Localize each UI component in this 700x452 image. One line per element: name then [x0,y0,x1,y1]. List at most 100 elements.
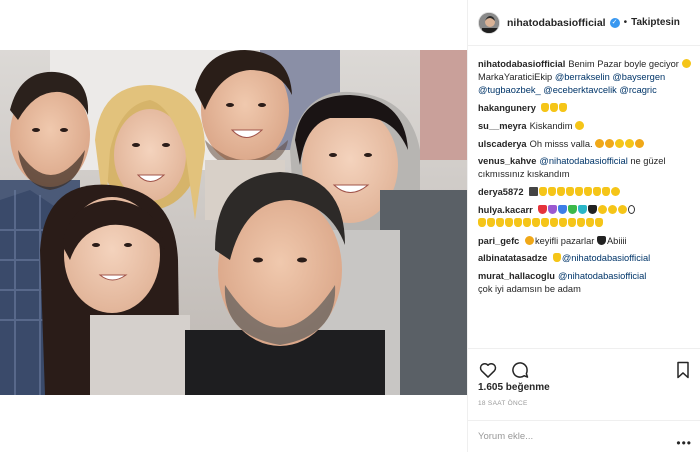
mention-link[interactable]: @nihatodabasiofficial [558,271,646,281]
comment-text: Oh misss valla. [529,138,593,149]
comment: albinatatasadze @nihatodabasiofficial [478,252,693,265]
comment-list: nihatodabasiofficial Benim Pazar boyle ge… [468,58,700,348]
comment-username[interactable]: ulscaderya [478,139,527,149]
clap-icon [559,218,567,228]
emoji-icon [625,138,635,148]
emoji-icon [635,138,645,148]
comment-username[interactable]: hulya.kacarr [478,205,533,215]
comment: su__meyra Kiskandim [478,120,693,133]
comment: venus_kahve @nihatodabasiofficial ne güze… [478,155,693,181]
emoji-icon [605,138,615,148]
clap-icon [478,218,486,228]
comment: murat_hallacoglu @nihatodabasiofficial ço… [478,270,693,296]
emoji-icon [595,138,605,148]
comment-username[interactable]: albinatatasadze [478,253,547,263]
smile-icon [575,120,585,130]
mention-link[interactable]: @nihatodabasiofficial [562,253,650,263]
avatar[interactable] [478,11,500,34]
comment: pari_gefc keyifli pazarlar Abiiii [478,235,693,248]
comment-username[interactable]: su__meyra [478,121,527,131]
black-heart-icon [596,235,606,245]
comment: hakangunery [478,102,693,115]
clap-icon [532,218,540,228]
caption-tag: MarkaYaraticiEkip [478,72,553,83]
action-bar [468,348,700,382]
bookmark-icon [677,361,689,378]
avatar-image [479,12,499,33]
header-separator: • [623,17,628,28]
add-comment-bar [468,420,700,452]
clap-icon [577,218,585,228]
flex-icon [548,187,557,197]
clap-icon [514,218,522,228]
heart-eyes-icon [524,235,534,245]
comment-text: Kiskandim [529,120,573,131]
comment-username[interactable]: murat_hallacoglu [478,271,555,281]
post-header: nihatodabasiofficial ✓ • Takiptesin [468,0,700,46]
caption-username[interactable]: nihatodabasiofficial [478,59,565,69]
flex-icon [557,187,566,197]
green-heart-icon [568,204,578,214]
comment-username[interactable]: hakangunery [478,103,536,113]
flex-icon [593,187,602,197]
more-options-icon[interactable]: ••• [676,436,692,450]
group-selfie-photo [0,0,467,452]
emoji-icon [598,204,608,214]
clap-icon [523,218,531,228]
comment-username[interactable]: derya5872 [478,187,524,197]
comment: ulscaderya Oh misss valla. [478,138,693,151]
thumbs-up-icon [552,253,561,263]
post-photo[interactable] [0,0,467,452]
comment-text: keyifli pazarlar [534,235,595,246]
comment-text: çok iyi adamsın be adam [478,284,581,295]
comment-username[interactable]: pari_gefc [478,236,519,246]
following-button[interactable]: Takiptesin [631,17,680,28]
comment-text: Abiiii [606,235,627,246]
flex-icon [566,187,575,197]
teal-heart-icon [578,204,588,214]
header-username[interactable]: nihatodabasiofficial [507,17,606,29]
clap-icon [586,218,594,228]
heart-icon [479,362,497,378]
mention-link[interactable]: @eceberktavcelik [543,85,617,95]
instagram-post: nihatodabasiofficial ✓ • Takiptesin niha… [0,0,700,452]
like-button[interactable] [478,360,498,380]
likes-count[interactable]: 1.605 beğenme [478,382,550,393]
red-heart-icon [538,204,548,214]
purple-heart-icon [548,204,558,214]
mention-link[interactable]: @tugbaozbek_ [478,85,541,95]
clap-icon [505,218,513,228]
flex-icon [602,187,611,197]
blue-heart-icon [558,204,568,214]
post-side-panel: nihatodabasiofficial ✓ • Takiptesin niha… [467,0,700,452]
emoji-icon [608,204,618,214]
mention-link[interactable]: @berrakselin [555,72,610,82]
emoji-icon [611,187,621,197]
clap-icon [595,218,603,228]
save-button[interactable] [673,360,693,380]
clap-icon [487,218,495,228]
post-timestamp: 18 SAAT ÖNCE [478,400,528,407]
caption-text: Benim Pazar boyle geciyor [568,59,679,69]
emoji-icon [615,138,625,148]
clap-icon [541,218,549,228]
clap-icon [550,218,558,228]
comment-username[interactable]: venus_kahve [478,156,536,166]
comment-input[interactable] [478,431,691,442]
comment-button[interactable] [510,360,530,380]
verified-badge-icon: ✓ [609,17,620,28]
clapper-icon [529,187,539,197]
mention-link[interactable]: @nihatodabasiofficial [539,156,627,166]
clap-icon [496,218,504,228]
clap-icon [568,218,576,228]
comment: hulya.kacarr [478,204,693,230]
flex-icon [539,187,548,197]
eyes-icon [628,204,636,214]
flex-icon [584,187,593,197]
caption: nihatodabasiofficial Benim Pazar boyle ge… [478,58,693,98]
mention-link[interactable]: @rcagric [619,85,656,95]
emoji-icon [618,204,628,214]
emoji-icon [681,59,691,68]
mention-link[interactable]: @baysergen [612,72,665,82]
comment: derya5872 [478,186,693,199]
